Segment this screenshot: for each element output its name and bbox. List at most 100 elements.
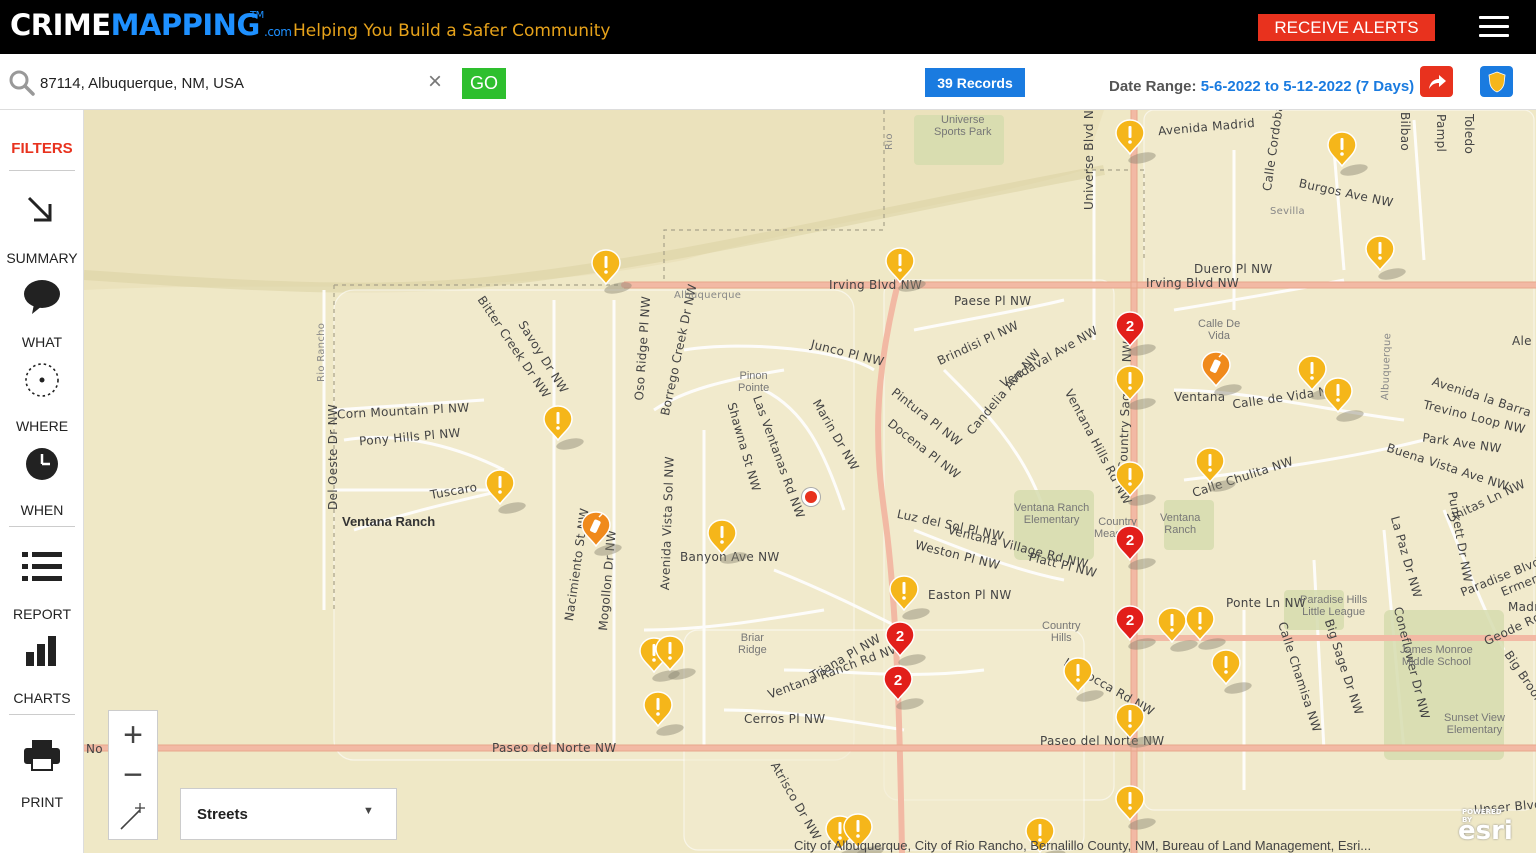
zoom-in-button[interactable]: + (109, 715, 157, 755)
street-label: Ponte Ln NW (1226, 596, 1306, 610)
basemap-selected-value: Streets (197, 806, 248, 823)
crime-incident-marker[interactable] (1194, 446, 1236, 494)
basemap-dropdown[interactable]: Streets ▼ (180, 788, 397, 840)
crime-incident-marker[interactable] (1184, 604, 1226, 652)
logo-tm: TM (250, 10, 264, 21)
sidebar-item-what[interactable]: WHAT (0, 278, 84, 350)
address-search-input[interactable] (40, 68, 420, 98)
share-arrow-icon (1428, 74, 1446, 89)
vandalism-marker[interactable] (580, 510, 622, 558)
speech-bubble-icon (24, 280, 60, 314)
crime-incident-marker[interactable] (1364, 234, 1406, 282)
sidebar-item-charts[interactable]: CHARTS (0, 634, 84, 706)
crime-cluster-marker[interactable]: 2 (1114, 524, 1156, 572)
crime-incident-marker[interactable] (1114, 460, 1156, 508)
sidebar-item-where[interactable]: WHERE (0, 362, 84, 434)
date-range[interactable]: Date Range: 5-6-2022 to 5-12-2022 (7 Day… (1109, 78, 1414, 95)
crime-cluster-marker[interactable]: 2 (882, 664, 924, 712)
street-label: Easton Pl NW (928, 588, 1012, 602)
sidebar-item-when[interactable]: WHEN (0, 446, 84, 518)
police-badge-button[interactable] (1480, 66, 1513, 97)
printer-icon (24, 740, 60, 771)
crime-incident-marker[interactable] (542, 404, 584, 452)
sidebar-label-charts: CHARTS (13, 690, 71, 706)
crime-incident-marker[interactable] (1114, 118, 1156, 166)
crime-incident-marker[interactable] (642, 690, 684, 738)
esri-powered-by: POWERED BY (1462, 808, 1502, 824)
street-label: Sevilla (1270, 206, 1305, 217)
summary-arrow-icon (27, 196, 52, 222)
place-label-calle-de-vida: Calle De Vida (1198, 318, 1241, 342)
hamburger-menu-icon[interactable] (1479, 16, 1509, 38)
boundary-label: Albuquerque (674, 290, 742, 301)
crime-incident-marker[interactable] (706, 518, 748, 566)
crime-incident-marker[interactable] (484, 468, 526, 516)
sidebar-divider (9, 526, 75, 527)
sidebar-item-print[interactable]: PRINT (0, 738, 84, 810)
place-label-ventana-ranch-elementary: Ventana Ranch Elementary (1014, 502, 1090, 526)
crime-incident-marker[interactable] (888, 574, 930, 622)
sidebar-label-print: PRINT (21, 794, 63, 810)
place-label-universe-park: Universe Sports Park (934, 114, 992, 138)
crime-map[interactable]: Irving Blvd NW Irving Blvd NW Paseo del … (84, 110, 1536, 853)
crime-incident-marker[interactable] (1114, 364, 1156, 412)
place-label-james-monroe: James Monroe Middle School (1400, 644, 1473, 668)
crime-incident-marker[interactable] (1210, 648, 1252, 696)
share-button[interactable] (1420, 66, 1453, 97)
date-range-value[interactable]: 5-6-2022 to 5-12-2022 (7 Days) (1201, 78, 1414, 95)
boundary-label: Rio (884, 133, 895, 150)
crime-incident-marker[interactable] (884, 246, 926, 294)
bar-chart-icon (26, 636, 56, 666)
street-label: Paseo del Norte NW (492, 741, 617, 755)
street-label: Madr (1508, 600, 1536, 614)
place-label-pinon-pointe: Pinon Pointe (738, 370, 770, 394)
crime-incident-marker[interactable] (1322, 376, 1364, 424)
date-range-label: Date Range: (1109, 78, 1197, 95)
sidebar-item-summary[interactable]: SUMMARY (0, 194, 84, 266)
crime-cluster-marker[interactable]: 2 (884, 620, 926, 668)
sidebar-item-report[interactable]: REPORT (0, 550, 84, 622)
clock-icon (26, 448, 58, 480)
crime-incident-marker[interactable] (1114, 702, 1156, 750)
receive-alerts-button[interactable]: RECEIVE ALERTS (1258, 14, 1435, 41)
street-label: Del Oeste Dr NW (326, 403, 340, 510)
boundary-label: Rio Rancho (316, 322, 327, 382)
crime-incident-marker[interactable] (654, 634, 696, 682)
records-count-button[interactable]: 39 Records (925, 68, 1025, 97)
sidebar-label-report: REPORT (12, 606, 72, 622)
clear-search-icon[interactable]: × (428, 70, 442, 94)
sidebar: FILTERS SUMMARY WHAT WHERE WHEN REPORT C… (0, 110, 84, 853)
boundary-label: Albuquerque (1380, 332, 1394, 401)
crimemapping-logo[interactable]: CRIMEMAPPING TM .com (10, 8, 292, 42)
area-label-ventana-ranch: Ventana Ranch (342, 514, 436, 529)
filters-label[interactable]: FILTERS (0, 140, 84, 157)
zoom-out-button[interactable]: − (109, 755, 157, 795)
street-label: Irving Blvd NW (1146, 276, 1240, 290)
svg-text:2: 2 (1126, 532, 1134, 549)
crime-cluster-marker[interactable]: 2 (1114, 310, 1156, 358)
crime-incident-marker[interactable] (1114, 784, 1156, 832)
vandalism-marker[interactable] (1200, 350, 1242, 398)
street-label: Duero Pl NW (1194, 262, 1273, 276)
go-button[interactable]: GO (462, 68, 506, 99)
street-label: Ale (1512, 334, 1532, 348)
sidebar-label-where: WHERE (15, 418, 69, 434)
police-badge-icon (1488, 71, 1505, 92)
crime-incident-marker[interactable] (1062, 656, 1104, 704)
draw-wand-button[interactable] (109, 797, 157, 837)
crime-incident-marker[interactable] (590, 248, 632, 296)
zoom-controls: + − (108, 710, 158, 840)
sidebar-label-when: WHEN (20, 502, 64, 518)
svg-text:2: 2 (1126, 318, 1134, 335)
sidebar-label-summary: SUMMARY (6, 250, 78, 266)
crime-incident-marker[interactable] (1326, 130, 1368, 178)
place-label-briar-ridge: Briar Ridge (738, 632, 767, 656)
place-label-ventana-ranch: Ventana Ranch (1160, 512, 1201, 536)
street-label: Paese Pl NW (954, 294, 1032, 308)
svg-text:2: 2 (896, 628, 904, 645)
search-location-dot (802, 488, 820, 506)
sidebar-label-what: WHAT (21, 334, 63, 350)
crime-cluster-marker[interactable]: 2 (1114, 604, 1156, 652)
street-label: Universe Blvd NW (1082, 110, 1096, 210)
magic-wand-icon (120, 803, 145, 830)
